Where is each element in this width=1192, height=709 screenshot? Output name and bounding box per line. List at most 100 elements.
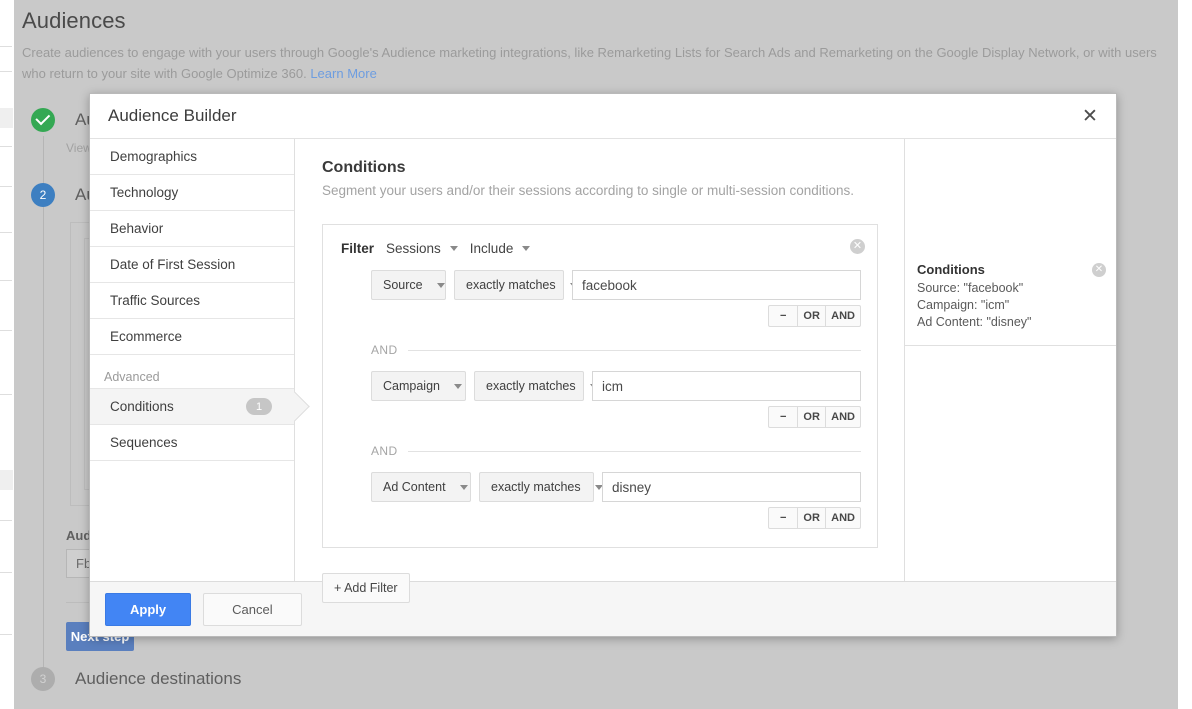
dimension-value: Ad Content bbox=[383, 480, 446, 494]
value-input[interactable] bbox=[572, 270, 861, 300]
sidebar-item-date-of-first-session[interactable]: Date of First Session bbox=[90, 247, 294, 283]
learn-more-link[interactable]: Learn More bbox=[310, 66, 376, 81]
sidebar-item-label: Date of First Session bbox=[110, 257, 236, 272]
page-title: Audiences bbox=[22, 8, 126, 33]
step-1-sub: View bbox=[66, 141, 92, 155]
cancel-button[interactable]: Cancel bbox=[203, 592, 302, 626]
filter-header: Filter Sessions Include bbox=[339, 241, 861, 256]
step-1-status-icon bbox=[31, 108, 55, 132]
sidebar-item-label: Technology bbox=[110, 185, 179, 200]
condition-row: Campaign exactly matches − bbox=[339, 371, 861, 428]
minus-button[interactable]: − bbox=[769, 508, 797, 528]
operator-select[interactable]: exactly matches bbox=[454, 270, 578, 300]
and-separator-label: AND bbox=[371, 444, 398, 458]
operator-value: exactly matches bbox=[486, 379, 576, 393]
conditions-subtitle: Segment your users and/or their sessions… bbox=[322, 183, 855, 198]
chevron-down-icon bbox=[449, 246, 458, 251]
sidebar-item-label: Demographics bbox=[110, 149, 198, 164]
sidebar-item-label: Conditions bbox=[110, 399, 174, 414]
sidebar-item-conditions[interactable]: Conditions 1 bbox=[90, 389, 310, 425]
dimension-select[interactable]: Source bbox=[371, 270, 446, 300]
summary-card: Conditions Source: "facebook" Campaign: … bbox=[905, 252, 1116, 346]
operator-value: exactly matches bbox=[491, 480, 581, 494]
or-button[interactable]: OR bbox=[797, 407, 825, 427]
sidebar-item-ecommerce[interactable]: Ecommerce bbox=[90, 319, 294, 355]
sidebar-group-advanced: Advanced bbox=[90, 355, 294, 389]
minus-button[interactable]: − bbox=[769, 407, 797, 427]
sidebar-item-technology[interactable]: Technology bbox=[90, 175, 294, 211]
and-separator-line bbox=[407, 349, 861, 351]
operator-select[interactable]: exactly matches bbox=[479, 472, 603, 502]
or-button[interactable]: OR bbox=[797, 306, 825, 326]
apply-button[interactable]: Apply bbox=[105, 592, 192, 626]
value-input[interactable] bbox=[602, 472, 861, 502]
conditions-title: Conditions bbox=[322, 159, 406, 176]
filter-scope-select[interactable]: Sessions bbox=[386, 241, 458, 256]
condition-controls: Campaign exactly matches bbox=[371, 371, 861, 401]
step-connector-line bbox=[43, 136, 44, 676]
sidebar-item-label: Sequences bbox=[110, 435, 178, 450]
step-3-label: Audience destinations bbox=[75, 669, 242, 688]
and-button[interactable]: AND bbox=[825, 407, 860, 427]
condition-row: Source exactly matches − bbox=[339, 270, 861, 327]
remove-summary-icon[interactable]: ✕ bbox=[1092, 263, 1106, 277]
filter-mode-value: Include bbox=[469, 241, 514, 256]
and-separator-line bbox=[407, 450, 861, 452]
chevron-down-icon bbox=[522, 246, 531, 251]
filter-card: Filter Sessions Include ✕ Source exactly… bbox=[322, 224, 878, 548]
page-description: Create audiences to engage with your use… bbox=[22, 42, 1174, 84]
summary-title: Conditions bbox=[917, 262, 985, 277]
minus-button[interactable]: − bbox=[769, 306, 797, 326]
page-description-text: Create audiences to engage with your use… bbox=[22, 45, 1157, 81]
add-filter-button[interactable]: + Add Filter bbox=[322, 573, 410, 603]
sidebar-item-label: Ecommerce bbox=[110, 329, 183, 344]
audience-builder-modal: Audience Builder ✕ Demographics Technolo… bbox=[89, 93, 1117, 637]
left-rail bbox=[0, 0, 14, 709]
conditions-panel: Conditions Segment your users and/or the… bbox=[295, 139, 904, 603]
sidebar-item-label: Traffic Sources bbox=[110, 293, 201, 308]
chevron-down-icon bbox=[453, 383, 462, 389]
dimension-select[interactable]: Campaign bbox=[371, 371, 466, 401]
step-3[interactable]: 3 Audience destinations bbox=[31, 667, 241, 691]
condition-row: Ad Content exactly matches − bbox=[339, 472, 861, 529]
and-button[interactable]: AND bbox=[825, 306, 860, 326]
summary-line: Source: "facebook" bbox=[917, 281, 1024, 295]
sidebar-item-demographics[interactable]: Demographics bbox=[90, 139, 294, 175]
row-operators: − OR AND bbox=[371, 406, 861, 428]
operator-value: exactly matches bbox=[466, 278, 556, 292]
step-2-number-badge: 2 bbox=[31, 183, 55, 207]
row-operators: − OR AND bbox=[371, 305, 861, 327]
row-operators: − OR AND bbox=[371, 507, 861, 529]
modal-title: Audience Builder bbox=[108, 106, 237, 125]
sidebar-item-sequences[interactable]: Sequences bbox=[90, 425, 294, 461]
sidebar-item-behavior[interactable]: Behavior bbox=[90, 211, 294, 247]
and-separator-label: AND bbox=[371, 343, 398, 357]
and-button[interactable]: AND bbox=[825, 508, 860, 528]
screen: Audiences Create audiences to engage wit… bbox=[0, 0, 1192, 709]
and-separator: AND bbox=[339, 343, 861, 357]
filter-mode-select[interactable]: Include bbox=[470, 241, 531, 256]
sidebar-item-traffic-sources[interactable]: Traffic Sources bbox=[90, 283, 294, 319]
modal-body: Demographics Technology Behavior Date of… bbox=[90, 139, 1116, 603]
close-icon[interactable]: ✕ bbox=[1076, 102, 1104, 130]
step-3-number-badge: 3 bbox=[31, 667, 55, 691]
modal-header: Audience Builder ✕ bbox=[90, 94, 1116, 139]
filter-scope-value: Sessions bbox=[386, 241, 441, 256]
dimension-select[interactable]: Ad Content bbox=[371, 472, 471, 502]
summary-line: Ad Content: "disney" bbox=[917, 315, 1032, 329]
chevron-down-icon bbox=[436, 282, 445, 288]
conditions-count-badge: 1 bbox=[246, 398, 272, 415]
filter-label: Filter bbox=[341, 241, 375, 256]
condition-controls: Ad Content exactly matches bbox=[371, 472, 861, 502]
chevron-down-icon bbox=[459, 484, 468, 490]
summary-line: Campaign: "icm" bbox=[917, 298, 1010, 312]
summary-panel: Conditions Source: "facebook" Campaign: … bbox=[904, 139, 1116, 581]
sidebar-item-label: Behavior bbox=[110, 221, 164, 236]
operator-select[interactable]: exactly matches bbox=[474, 371, 598, 401]
remove-filter-icon[interactable]: ✕ bbox=[850, 239, 865, 254]
or-button[interactable]: OR bbox=[797, 508, 825, 528]
value-input[interactable] bbox=[592, 371, 861, 401]
dimension-value: Campaign bbox=[383, 379, 440, 393]
modal-sidebar: Demographics Technology Behavior Date of… bbox=[90, 139, 310, 581]
dimension-value: Source bbox=[383, 278, 423, 292]
